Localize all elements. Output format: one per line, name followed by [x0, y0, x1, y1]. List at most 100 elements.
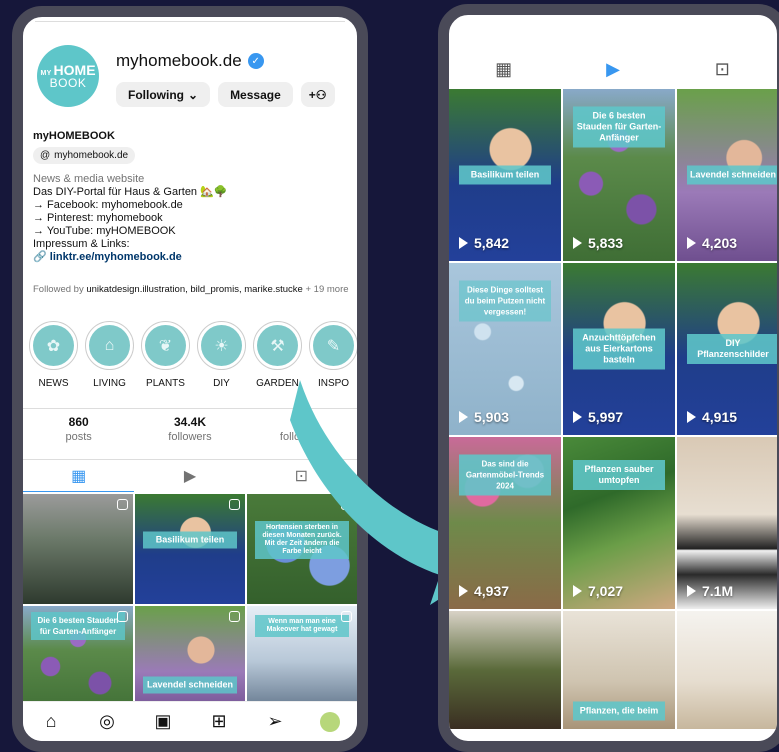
stat-number: 34.4K [173, 415, 206, 429]
reel-views-count: 7,027 [588, 583, 624, 599]
post-tile[interactable]: Wenn man man eine Makeover hat gewagt [247, 606, 357, 716]
threads-icon: @ [40, 150, 51, 161]
reel-tile[interactable]: Basilikum teilen 5,842 [449, 89, 561, 261]
reel-icon [341, 611, 352, 622]
highlight-living[interactable]: ⌂ LIVING [85, 321, 134, 389]
username-text: myhomebook.de [116, 51, 242, 70]
bio-link[interactable]: 🔗 linktr.ee/myhomebook.de [33, 251, 353, 264]
play-icon [687, 411, 696, 423]
tab-reels[interactable]: ▶ [558, 45, 667, 93]
play-icon [459, 411, 468, 423]
stat-followers[interactable]: 34.4K followers [134, 415, 245, 443]
tab-tagged[interactable]: ⊡ [246, 460, 357, 492]
plant-icon: ❦ [145, 325, 186, 366]
following-button[interactable]: Following ⌄ [116, 82, 211, 107]
highlight-plants[interactable]: ❦ PLANTS [141, 321, 190, 389]
bio-line: → YouTube: myHOMEBOOK [33, 225, 176, 237]
reels-phone: ▦ ▶ ⊡ Basilikum teilen 5,842 Die 6 besten… [438, 4, 779, 752]
grid-icon: ▦ [495, 58, 513, 79]
post-tile[interactable]: Lavendel schneiden [135, 606, 245, 716]
reels-grid: Basilikum teilen 5,842 Die 6 besten Staud… [449, 89, 777, 729]
reel-views: 4,937 [459, 583, 509, 599]
profile-nav-avatar[interactable] [320, 711, 340, 732]
reel-icon [341, 499, 352, 510]
stats-divider [23, 408, 357, 409]
reel-views-count: 5,842 [474, 235, 510, 251]
bio-line: → Facebook: myhomebook.de [33, 199, 183, 211]
reel-views: 5,833 [573, 235, 623, 251]
highlight-inspo[interactable]: ✎ INSPO [309, 321, 357, 389]
profile-phone: MY HOME BOOK myhomebook.de ✓ Following ⌄ M… [12, 6, 368, 752]
home-icon[interactable]: ⌂ [40, 711, 62, 732]
reel-tile[interactable]: Die 6 besten Stauden für Garten-Anfänger… [563, 89, 675, 261]
post-tile[interactable]: Die 6 besten Stauden für Garten-Anfänger [23, 606, 133, 716]
message-button-label: Message [230, 87, 281, 102]
post-tile[interactable]: Basilikum teilen [135, 494, 245, 604]
profile-avatar[interactable]: MY HOME BOOK [37, 45, 99, 107]
stat-label: posts [65, 431, 92, 443]
reel-views: 5,997 [573, 409, 623, 425]
reel-caption: Das sind die Gartenmöbel-Trends 2024 [459, 454, 551, 496]
bio-category: News & media website [33, 173, 145, 185]
reel-icon [117, 611, 128, 622]
reel-caption: Pflanzen sauber umtopfen [573, 459, 665, 490]
post-tile[interactable]: Hortensien sterben in diesen Monaten zur… [247, 494, 357, 604]
stat-label: followers [168, 431, 212, 443]
reel-views-count: 5,903 [474, 409, 510, 425]
post-tile[interactable] [23, 494, 133, 604]
reel-tile[interactable] [677, 611, 777, 729]
play-icon [573, 411, 582, 423]
brain-icon: ✿ [33, 325, 74, 366]
stat-posts[interactable]: 860 posts [23, 415, 134, 443]
reel-tile[interactable] [449, 611, 561, 729]
profile-tabs: ▦ ▶ ⊡ [23, 459, 357, 492]
highlight-news[interactable]: ✿ NEWS [29, 321, 78, 389]
reel-tile[interactable]: Anzuchttöpfchen aus Eierkartons basteln 5… [563, 263, 675, 435]
reel-views-count: 5,833 [588, 235, 624, 251]
pen-icon: ✎ [313, 325, 354, 366]
followed-by-prefix: Followed by [33, 284, 87, 295]
threads-link[interactable]: @ myhomebook.de [33, 147, 136, 164]
reel-caption: Basilikum teilen [459, 165, 551, 185]
reel-views: 5,903 [459, 409, 509, 425]
stat-following[interactable]: 52 following [246, 415, 357, 443]
reel-tile[interactable]: Diese Dinge solltest du beim Putzen nich… [449, 263, 561, 435]
highlight-label: INSPO [317, 378, 350, 389]
reel-tile[interactable]: Das sind die Gartenmöbel-Trends 2024 4,93… [449, 437, 561, 609]
message-button[interactable]: Message [218, 82, 293, 107]
reels-tabs: ▦ ▶ ⊡ [449, 45, 777, 93]
link-icon: 🔗 [33, 251, 50, 263]
stats-row: 860 posts 34.4K followers 52 following [23, 415, 357, 443]
reels-nav-icon[interactable]: ▣ [152, 711, 174, 732]
play-icon [459, 585, 468, 597]
post-caption: Lavendel schneiden [143, 676, 237, 694]
reel-tile[interactable]: Lavendel schneiden 4,203 [677, 89, 777, 261]
reel-caption: DIY Pflanzenschilder [687, 334, 777, 364]
bio-link-text: linktr.ee/myhomebook.de [49, 251, 182, 263]
reel-views-count: 4,915 [702, 409, 738, 425]
tab-grid[interactable]: ▦ [449, 45, 558, 93]
tab-tagged[interactable]: ⊡ [668, 45, 777, 93]
top-divider [35, 21, 345, 22]
highlight-garden[interactable]: ⚒ GARDEN [253, 321, 302, 389]
reel-views: 7.1M [687, 583, 733, 599]
reel-tile[interactable]: Pflanzen, die beim [563, 611, 675, 729]
bio-line: → Pinterest: myhomebook [33, 212, 163, 224]
shovel-icon: ⚒ [257, 325, 298, 366]
explore-icon[interactable]: ◎ [96, 711, 118, 732]
reel-caption: Diese Dinge solltest du beim Putzen nich… [459, 280, 551, 322]
reel-views: 7,027 [573, 583, 623, 599]
display-name: myHOMEBOOK [33, 130, 115, 142]
highlight-diy[interactable]: ☀ DIY [197, 321, 246, 389]
reel-tile[interactable]: 7.1M [677, 437, 777, 609]
reel-tile[interactable]: DIY Pflanzenschilder 4,915 [677, 263, 777, 435]
tab-reels[interactable]: ▶ [134, 460, 245, 492]
send-icon[interactable]: ➢ [264, 711, 286, 732]
followed-by[interactable]: Followed by unikatdesign.illustration, b… [33, 284, 353, 296]
reel-tile[interactable]: Pflanzen sauber umtopfen 7,027 [563, 437, 675, 609]
create-icon[interactable]: ⊞ [208, 711, 230, 732]
username: myhomebook.de ✓ [116, 51, 264, 71]
add-user-button[interactable]: +⚇ [300, 82, 335, 107]
tab-posts[interactable]: ▦ [23, 460, 135, 492]
post-caption: Basilikum teilen [143, 531, 237, 549]
